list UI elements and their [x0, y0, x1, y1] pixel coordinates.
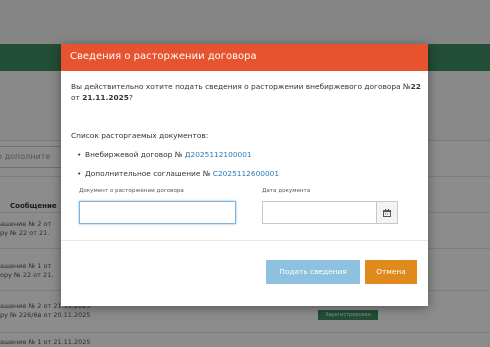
termination-dialog: Сведения о расторжении договора Вы дейст… [61, 44, 428, 306]
dialog-title: Сведения о расторжении договора [70, 51, 257, 62]
dialog-divider [61, 240, 428, 241]
calendar-icon [383, 209, 391, 217]
calendar-button[interactable] [376, 201, 398, 224]
bullet-icon: • [77, 169, 82, 178]
document-label: Внебиржевой договор № [85, 150, 185, 159]
contract-number: 22 [410, 82, 421, 91]
submit-button[interactable]: Подать сведения [266, 260, 360, 284]
cancel-button[interactable]: Отмена [365, 260, 417, 284]
document-label: Дополнительное соглашение № [85, 169, 213, 178]
list-item: • Дополнительное соглашение № C2025112600… [77, 169, 279, 178]
agreement-link[interactable]: C2025112600001 [213, 169, 279, 178]
doc-date-label: Дата документа [262, 188, 311, 194]
doc-date-input[interactable] [262, 201, 377, 224]
contract-link[interactable]: Д2025112100001 [185, 150, 252, 159]
question-text: от [71, 93, 83, 102]
bullet-icon: • [77, 150, 82, 159]
termination-doc-input[interactable] [79, 201, 236, 224]
list-item: • Внебиржевой договор № Д2025112100001 [77, 150, 252, 159]
contract-date: 21.11.2025 [82, 93, 129, 102]
documents-list-title: Список расторгаемых документов: [71, 131, 209, 140]
dialog-header: Сведения о расторжении договора [61, 44, 428, 71]
termination-doc-label: Документ о расторжении договора [79, 188, 184, 194]
question-text: ? [128, 93, 133, 102]
confirmation-question: Вы действительно хотите подать сведения … [71, 81, 421, 103]
question-text: Вы действительно хотите подать сведения … [71, 82, 411, 91]
